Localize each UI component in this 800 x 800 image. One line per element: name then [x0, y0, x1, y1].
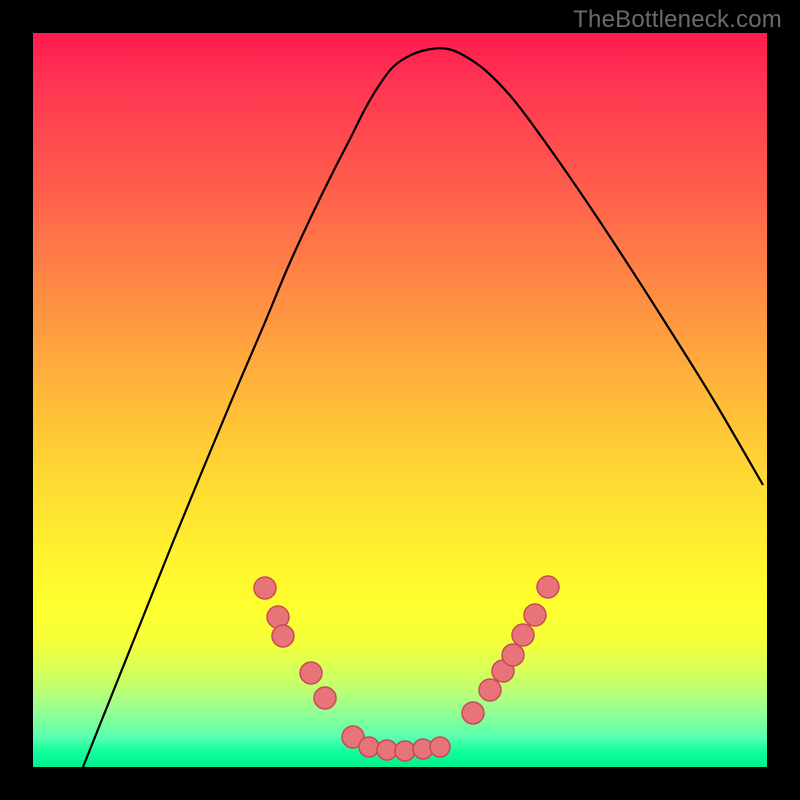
curve-marker — [524, 604, 546, 626]
bottleneck-curve — [83, 48, 763, 767]
curve-marker — [462, 702, 484, 724]
curve-marker — [395, 741, 415, 761]
plot-area — [33, 33, 767, 767]
curve-marker — [512, 624, 534, 646]
curve-marker — [502, 644, 524, 666]
curve-marker — [300, 662, 322, 684]
curve-marker — [254, 577, 276, 599]
curve-marker — [359, 737, 379, 757]
curve-marker — [479, 679, 501, 701]
curve-marker — [537, 576, 559, 598]
watermark-label: TheBottleneck.com — [573, 6, 782, 34]
curve-markers — [254, 576, 559, 761]
curve-marker — [377, 740, 397, 760]
curve-marker — [272, 625, 294, 647]
curve-marker — [430, 737, 450, 757]
chart-frame: TheBottleneck.com — [0, 0, 800, 800]
curve-marker — [314, 687, 336, 709]
chart-svg — [33, 33, 767, 767]
